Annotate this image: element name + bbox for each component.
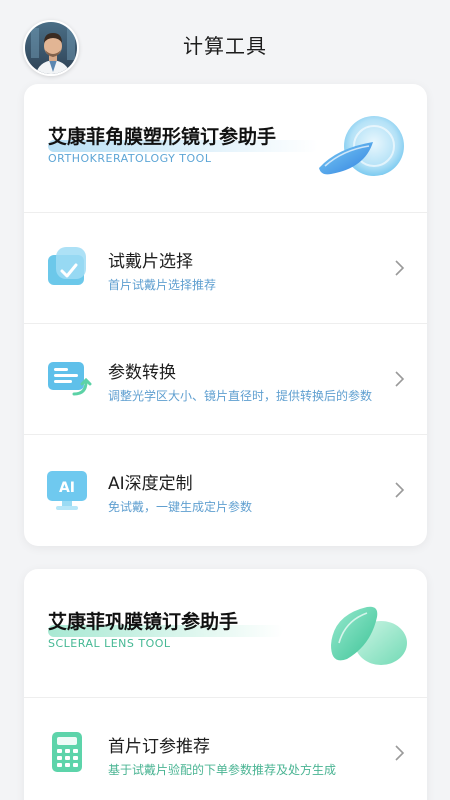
ortho-k-card-title: 艾康菲角膜塑形镜订参助手 — [48, 126, 277, 148]
scleral-card-subtitle: SCLERAL LENS TOOL — [48, 637, 171, 650]
first-order-label: 首片订参推荐 — [108, 737, 210, 757]
scleral-tool-card: 艾康菲巩膜镜订参助手 SCLERAL LENS TOOL 首片订参推荐 基于试戴… — [24, 569, 427, 800]
chevron-right-icon — [395, 371, 405, 387]
ai-monitor-icon: AI — [47, 471, 87, 510]
chevron-right-icon — [395, 745, 405, 761]
page-title: 计算工具 — [183, 34, 267, 58]
trial-lens-icon — [48, 247, 86, 285]
ai-custom-desc: 免试戴，一键生成定片参数 — [108, 500, 253, 514]
first-order-desc: 基于试戴片验配的下单参数推荐及处方生成 — [108, 763, 337, 777]
chevron-right-icon — [395, 482, 405, 498]
list-item-first-order[interactable]: 首片订参推荐 基于试戴片验配的下单参数推荐及处方生成 — [24, 697, 427, 800]
list-item-ai-custom[interactable]: AI AI深度定制 免试戴，一键生成定片参数 — [24, 434, 427, 545]
chevron-right-icon — [395, 260, 405, 276]
list-item-param-convert[interactable]: 参数转换 调整光学区大小、镜片直径时，提供转换后的参数 — [24, 323, 427, 434]
scleral-card-header: 艾康菲巩膜镜订参助手 SCLERAL LENS TOOL — [24, 569, 427, 697]
calculator-icon — [52, 732, 82, 772]
ortho-lens-icon — [319, 116, 404, 176]
convert-icon — [48, 362, 92, 396]
trial-lens-label: 试戴片选择 — [108, 252, 193, 272]
ortho-k-card-subtitle: ORTHOKRERATOLOGY TOOL — [48, 152, 212, 165]
calculation-tools-page: 计算工具 艾康菲角膜塑形镜订参助手 ORTHOKRERATOLOGY TOOL — [0, 0, 450, 800]
ortho-k-card-header: 艾康菲角膜塑形镜订参助手 ORTHOKRERATOLOGY TOOL — [24, 84, 427, 212]
scleral-card-title: 艾康菲巩膜镜订参助手 — [48, 611, 239, 633]
ortho-k-tool-card: 艾康菲角膜塑形镜订参助手 ORTHOKRERATOLOGY TOOL 试戴片选择… — [24, 84, 427, 546]
list-item-trial-lens[interactable]: 试戴片选择 首片试戴片选择推荐 — [24, 212, 427, 323]
trial-lens-desc: 首片试戴片选择推荐 — [108, 278, 217, 292]
svg-text:AI: AI — [59, 480, 75, 496]
param-convert-label: 参数转换 — [108, 363, 176, 383]
ai-custom-label: AI深度定制 — [108, 474, 193, 494]
scleral-lens-icon — [331, 606, 407, 665]
header: 计算工具 — [0, 0, 450, 84]
param-convert-desc: 调整光学区大小、镜片直径时，提供转换后的参数 — [108, 389, 373, 403]
